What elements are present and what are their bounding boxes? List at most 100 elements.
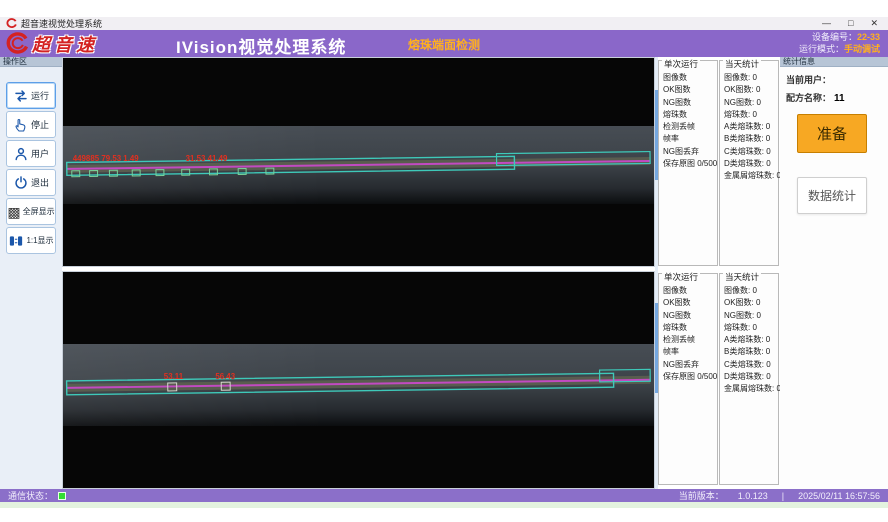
minimize-button[interactable]: — xyxy=(822,17,831,30)
app-title: IVision视觉处理系统 xyxy=(176,33,346,58)
exit-button-label: 退出 xyxy=(31,176,49,189)
stat-row: NG图数 xyxy=(663,97,716,109)
recipe-row: 配方名称：11 xyxy=(780,91,888,104)
daily-stats-group-1: 当天统计 图像数: 0OK图数: 0NG图数: 0熔珠数: 0A类熔珠数: 0B… xyxy=(719,60,779,266)
stat-row: 熔珠数: 0 xyxy=(724,109,777,121)
stat-row: OK图数: 0 xyxy=(724,84,777,96)
sidebar-caption: 操作区 xyxy=(0,57,62,67)
inner-camera-image[interactable]: 53.11 56.43 xyxy=(62,271,655,489)
stat-row: 熔珠数 xyxy=(663,322,716,334)
stop-button-label: 停止 xyxy=(31,118,49,131)
stat-row: 帧率 xyxy=(663,133,716,145)
run-loop-icon xyxy=(13,88,29,104)
app-icon xyxy=(6,18,17,29)
brand-logo: 超音速 xyxy=(4,31,98,57)
one-to-one-icon xyxy=(8,233,24,249)
run-mode-label: 运行模式： xyxy=(799,44,844,54)
status-bar-right: 当前版本： 1.0.123 | 2025/02/11 16:57:56 xyxy=(679,489,880,502)
maximize-button[interactable]: □ xyxy=(848,17,853,30)
info-panel: 统计信息 当前用户： 配方名称：11 准备 数据统计 xyxy=(780,57,888,489)
brand-logo-text: 超音速 xyxy=(32,31,98,57)
info-panel-caption: 统计信息 xyxy=(780,57,888,67)
version-label: 当前版本： xyxy=(679,489,724,502)
stat-row: NG图丢弃 xyxy=(663,146,716,158)
one-to-one-button[interactable]: 1:1显示 xyxy=(6,227,56,254)
exit-button[interactable]: 退出 xyxy=(6,169,56,196)
fullscreen-button-label: 全屏显示 xyxy=(23,206,55,217)
run-button[interactable]: 运行 xyxy=(6,82,56,109)
daily-stats-group-2: 当天统计 图像数: 0OK图数: 0NG图数: 0熔珠数: 0A类熔珠数: 0B… xyxy=(719,273,779,485)
stat-row: D类熔珠数: 0 xyxy=(724,371,777,383)
stat-row: A类熔珠数: 0 xyxy=(724,334,777,346)
prepare-button[interactable]: 准备 xyxy=(797,114,867,153)
stat-row: OK图数 xyxy=(663,84,716,96)
user-button[interactable]: 用户 xyxy=(6,140,56,167)
stat-row: C类熔珠数: 0 xyxy=(724,146,777,158)
version-value: 1.0.123 xyxy=(738,491,768,501)
camera1-annotation: 449885 79.53 1.49 xyxy=(73,154,140,163)
main-area: 操作区 运行 停止 xyxy=(0,57,888,489)
comm-status-label: 通信状态： xyxy=(8,489,53,502)
status-datetime: 2025/02/11 16:57:56 xyxy=(798,491,880,501)
camera1-annotation: 31.53 41.49 xyxy=(186,154,228,163)
stat-row: NG图数: 0 xyxy=(724,97,777,109)
current-user-row: 当前用户： xyxy=(780,73,888,86)
stat-rows: 图像数OK图数NG图数熔珠数检测丢帧帧率NG图丢弃保存原图 0/500 xyxy=(663,285,716,383)
stat-row: A类熔珠数: 0 xyxy=(724,121,777,133)
run-mode-value: 手动调试 xyxy=(844,44,880,54)
one-to-one-button-label: 1:1显示 xyxy=(26,235,53,246)
stat-row: D类熔珠数: 0 xyxy=(724,158,777,170)
fullscreen-grid-icon: ▩ xyxy=(7,205,20,219)
sidebar-buttons: 运行 停止 用户 xyxy=(0,67,62,254)
stat-row: 图像数: 0 xyxy=(724,285,777,297)
data-statistics-button[interactable]: 数据统计 xyxy=(797,177,867,214)
status-bar: 通信状态： 当前版本： 1.0.123 | 2025/02/11 16:57:5… xyxy=(0,489,888,502)
group-title: 单次运行 xyxy=(662,273,700,282)
recipe-value: 11 xyxy=(834,93,845,104)
stat-row: 帧率 xyxy=(663,346,716,358)
window-titlebar: 超音速视觉处理系统 — □ ✕ xyxy=(0,17,888,30)
window-title: 超音速视觉处理系统 xyxy=(21,17,102,30)
brand-swirl-icon xyxy=(4,32,30,56)
stat-row: 熔珠数 xyxy=(663,109,716,121)
window-controls: — □ ✕ xyxy=(822,17,882,30)
current-user-label: 当前用户： xyxy=(786,75,831,85)
fullscreen-button[interactable]: ▩ 全屏显示 xyxy=(6,198,56,225)
stat-row: 检测丢帧 xyxy=(663,334,716,346)
stat-row: B类熔珠数: 0 xyxy=(724,133,777,145)
stat-row: C类熔珠数: 0 xyxy=(724,359,777,371)
stat-row: OK图数: 0 xyxy=(724,297,777,309)
device-info: 设备编号：22-33 运行模式：手动调试 xyxy=(799,32,880,55)
stat-row: 金属屑熔珠数: 0 xyxy=(724,383,777,395)
power-icon xyxy=(13,175,29,191)
stat-row: 熔珠数: 0 xyxy=(724,322,777,334)
recipe-label: 配方名称： xyxy=(786,93,831,103)
single-run-group-2: 单次运行 图像数OK图数NG图数熔珠数检测丢帧帧率NG图丢弃保存原图 0/500 xyxy=(658,273,718,485)
stop-button[interactable]: 停止 xyxy=(6,111,56,138)
camera2-annotation: 53.11 xyxy=(164,372,184,381)
group-title: 当天统计 xyxy=(723,60,761,69)
run-button-label: 运行 xyxy=(31,89,49,102)
status-separator: | xyxy=(782,491,784,501)
app-subtitle: 熔珠端面检测 xyxy=(408,36,480,53)
operation-sidebar: 操作区 运行 停止 xyxy=(0,57,62,489)
close-button[interactable]: ✕ xyxy=(870,17,878,30)
single-run-group-1: 单次运行 图像数OK图数NG图数熔珠数检测丢帧帧率NG图丢弃保存原图 0/500 xyxy=(658,60,718,266)
hand-icon xyxy=(13,117,29,133)
stat-row: 图像数: 0 xyxy=(724,72,777,84)
stat-row: 保存原图 0/500 xyxy=(663,371,716,383)
stat-row: NG图丢弃 xyxy=(663,359,716,371)
bottom-strip xyxy=(0,502,888,508)
app-header: 超音速 IVision视觉处理系统 熔珠端面检测 配方 设置 外侧相机 内侧相机… xyxy=(0,30,888,57)
stat-rows: 图像数: 0OK图数: 0NG图数: 0熔珠数: 0A类熔珠数: 0B类熔珠数:… xyxy=(724,72,777,183)
outer-camera-image[interactable]: 449885 79.53 1.49 31.53 41.49 xyxy=(62,57,655,267)
comm-status-indicator xyxy=(58,492,66,500)
stat-row: 检测丢帧 xyxy=(663,121,716,133)
camera1-overlay: 449885 79.53 1.49 31.53 41.49 xyxy=(63,58,654,266)
camera-view-area: 449885 79.53 1.49 31.53 41.49 xyxy=(62,57,655,489)
app-window: 超音速视觉处理系统 — □ ✕ 超音速 IVision视觉处理系统 熔珠端面检测… xyxy=(0,0,888,522)
stat-row: B类熔珠数: 0 xyxy=(724,346,777,358)
statistics-area: 单次运行 图像数OK图数NG图数熔珠数检测丢帧帧率NG图丢弃保存原图 0/500… xyxy=(655,57,780,489)
stat-row: 图像数 xyxy=(663,285,716,297)
stat-row: NG图数: 0 xyxy=(724,310,777,322)
